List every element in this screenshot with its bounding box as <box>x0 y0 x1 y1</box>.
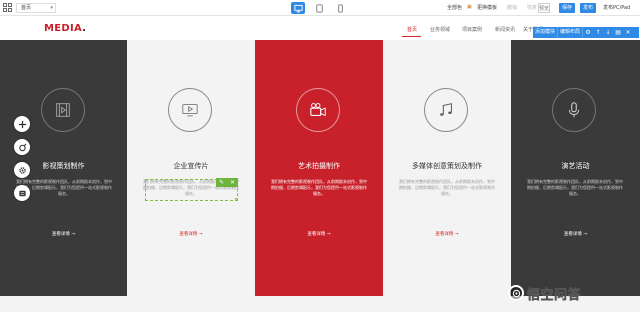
service-title: 企业宣传片 <box>173 162 209 170</box>
trash-icon[interactable]: ▤ <box>613 27 623 38</box>
add-icon <box>18 120 26 128</box>
publish-label: 发布 <box>582 5 593 11</box>
close-icon[interactable]: ✕ <box>227 178 238 187</box>
music-note-icon <box>440 103 452 116</box>
nav-item-news[interactable]: 新闻资讯 <box>495 26 515 33</box>
service-more-link[interactable]: 查看详情 → <box>511 231 640 237</box>
theme-button[interactable] <box>14 139 30 155</box>
service-more-link[interactable]: 查看详情 → <box>127 231 255 237</box>
pencil-icon[interactable]: ✎ <box>216 178 227 187</box>
add-element-button[interactable] <box>14 116 30 132</box>
theme-icon <box>18 143 26 151</box>
service-icon-circle <box>168 88 212 132</box>
service-title: 多媒体创意策划及制作 <box>412 162 482 170</box>
section-toolbar: 添加模块 编辑布局 ⚙ ↑ ↓ ▤ ✕ <box>533 27 639 38</box>
text-edit-tools: ✎ ✕ <box>216 178 238 187</box>
redo-button[interactable]: 恢复 <box>527 4 537 11</box>
change-template-button[interactable]: 更换模板 <box>477 4 497 11</box>
preview-label: 预览 <box>539 6 550 12</box>
service-card[interactable]: 多媒体创意策划及制作 我们拥有完整的影视制作团队，从前期剧本创作，到中期拍摄，后… <box>383 40 511 296</box>
color-scheme-button[interactable]: 全部色 <box>447 4 462 11</box>
logo-dot: . <box>82 23 87 34</box>
play-screen-icon <box>182 104 198 117</box>
service-title: 演艺活动 <box>561 162 590 170</box>
add-module-button[interactable]: 添加模块 <box>533 27 559 38</box>
site-logo[interactable]: MEDIA. <box>44 23 86 34</box>
mobile-view-button[interactable] <box>333 2 347 14</box>
service-card[interactable]: 企业宣传片 我们拥有完整的影视制作团队，从前期剧本创作，到中期拍摄，后期剪辑配乐… <box>127 40 255 296</box>
desktop-view-button[interactable] <box>291 2 305 14</box>
settings-button[interactable] <box>14 162 30 178</box>
settings-icon <box>18 166 26 174</box>
publish-pc-pad-button[interactable]: 发布PC/Pad <box>603 4 630 11</box>
gear-icon[interactable]: ⚙ <box>583 27 593 38</box>
wukong-logo-icon <box>508 285 524 301</box>
service-more-link[interactable]: 查看详情 → <box>255 231 383 237</box>
service-description: 我们拥有完整的影视制作团队，从前期剧本创作，到中期拍摄，后期剪辑配乐，我们为您提… <box>271 179 367 196</box>
undo-button[interactable]: 撤销 <box>507 4 517 11</box>
edit-layout-button[interactable]: 编辑布局 <box>558 27 584 38</box>
layers-icon <box>18 190 26 196</box>
preview-button[interactable]: 预览 <box>538 3 550 13</box>
nav-item-business[interactable]: 业务领域 <box>430 26 450 33</box>
save-button[interactable]: 保存 <box>559 3 575 13</box>
watermark: 悟空问答 <box>508 283 581 303</box>
arrow-up-icon[interactable]: ↑ <box>593 27 603 38</box>
service-description: 我们拥有完整的影视制作团队，从前期剧本创作，到中期拍摄，后期剪辑配乐，我们为您提… <box>527 179 623 196</box>
page-select-value: 首页 <box>21 5 32 11</box>
template-icon: ▣ <box>467 4 472 10</box>
monitor-icon <box>293 4 303 12</box>
tablet-icon <box>315 3 323 13</box>
resize-handle[interactable] <box>235 198 238 201</box>
microphone-icon <box>569 102 579 118</box>
service-more-link[interactable]: 查看详情 → <box>383 231 511 237</box>
tablet-view-button[interactable] <box>312 2 326 14</box>
service-description: 我们拥有完整的影视制作团队，从前期剧本创作，到中期拍摄，后期剪辑配乐，我们为您提… <box>16 179 112 196</box>
nav-item-cases[interactable]: 项目案例 <box>462 26 482 33</box>
video-camera-icon <box>310 103 326 117</box>
service-icon-circle <box>424 88 468 132</box>
services-section: 影视策划制作 我们拥有完整的影视制作团队，从前期剧本创作，到中期拍摄，后期剪辑配… <box>0 40 640 296</box>
nav-active-indicator <box>402 36 421 37</box>
service-icon-circle <box>41 88 85 132</box>
service-title: 艺术拍摄制作 <box>298 162 340 170</box>
logo-text: MEDIA <box>44 23 83 34</box>
watermark-text: 悟空问答 <box>527 287 582 303</box>
arrow-down-icon[interactable]: ↓ <box>603 27 613 38</box>
service-icon-circle <box>552 88 596 132</box>
publish-button[interactable]: 发布 <box>580 3 596 13</box>
nav-item-home[interactable]: 首页 <box>407 26 417 33</box>
service-card[interactable]: 演艺活动 我们拥有完整的影视制作团队，从前期剧本创作，到中期拍摄，后期剪辑配乐，… <box>511 40 640 296</box>
mobile-icon <box>337 3 343 13</box>
service-icon-circle <box>296 88 340 132</box>
film-icon <box>56 103 70 117</box>
service-description: 我们拥有完整的影视制作团队，从前期剧本创作，到中期拍摄，后期剪辑配乐，我们为您提… <box>399 179 495 196</box>
editor-toolbar: 首页 ▾ 全部色 ▣ 更换模板 撤销 恢复 预览 保存 发布 发布PC/Pad <box>0 0 640 16</box>
grid-menu-icon[interactable] <box>3 3 12 12</box>
save-label: 保存 <box>561 5 572 11</box>
service-card[interactable]: 艺术拍摄制作 我们拥有完整的影视制作团队，从前期剧本创作，到中期拍摄，后期剪辑配… <box>255 40 383 296</box>
layers-button[interactable] <box>14 185 30 201</box>
service-more-link[interactable]: 查看详情 → <box>0 231 127 237</box>
close-icon[interactable]: ✕ <box>623 27 633 38</box>
chevron-down-icon: ▾ <box>50 5 53 11</box>
page-select[interactable]: 首页 ▾ <box>16 3 56 13</box>
